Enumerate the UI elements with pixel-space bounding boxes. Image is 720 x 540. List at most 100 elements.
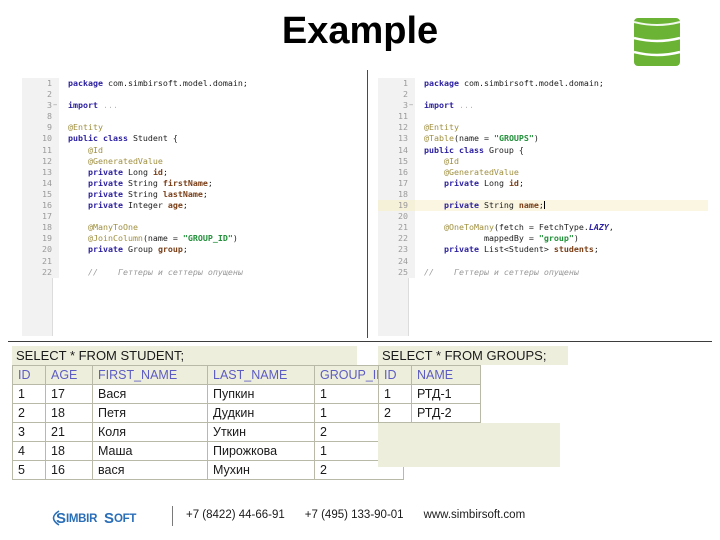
code-line: 3import ...− [22, 100, 352, 112]
code-line: 17 [22, 211, 352, 223]
code-fold-icon[interactable]: − [409, 100, 414, 109]
table-cell: 1 [12, 384, 46, 404]
line-number: 2 [378, 89, 415, 101]
code-text: @Table(name = "GROUPS") [424, 133, 539, 144]
code-panel-student[interactable]: 1 package com.simbirsoft.model.domain; 2 3 i… [22, 78, 352, 336]
code-text: // Геттеры и сеттеры опущены [87, 266, 243, 277]
code-line: 25 // Геттеры и сеттеры опущены [378, 266, 708, 278]
line-number: 24 [378, 255, 415, 267]
code-line: 10 public class Student { [22, 133, 352, 145]
table-header-row: ID AGE FIRST_NAME LAST_NAME GROUP_ID [12, 365, 404, 385]
line-number: 22 [378, 233, 415, 245]
line-number: 22 [22, 266, 59, 278]
code-line: 19 @JoinColumn(name = "GROUP_ID") [22, 233, 352, 245]
code-lines-student: 1 package com.simbirsoft.model.domain; 2 3 i… [22, 78, 352, 278]
footer-separator [172, 506, 173, 526]
line-number: 13 [378, 133, 415, 145]
code-line: 22 mappedBy = "group") [378, 233, 708, 245]
column-header[interactable]: ID [12, 365, 46, 385]
table-cell: Петя [92, 403, 208, 423]
svg-text:S: S [56, 510, 66, 527]
svg-text:S: S [104, 510, 114, 527]
code-line: 2 [378, 89, 708, 101]
line-number: 16 [378, 166, 415, 178]
code-line: 19 private String name; [378, 200, 708, 212]
code-fold-icon[interactable]: − [53, 100, 58, 109]
line-number: 20 [378, 211, 415, 223]
line-number: 19 [378, 200, 415, 212]
line-number: 15 [378, 155, 415, 167]
line-number: 12 [22, 155, 59, 167]
code-line: 16 private Integer age; [22, 200, 352, 212]
result-table-student[interactable]: ID AGE FIRST_NAME LAST_NAME GROUP_ID 1 17 Вася… [12, 365, 404, 480]
line-number: 18 [22, 222, 59, 234]
table-cell: 2 [378, 403, 412, 423]
code-line: 16 @GeneratedValue [378, 166, 708, 178]
code-text: private Long id; [87, 166, 168, 177]
line-number: 11 [22, 144, 59, 156]
line-number: 17 [378, 177, 415, 189]
line-number: 11 [378, 111, 415, 123]
database-cylinder-icon [632, 14, 682, 70]
line-number: 16 [22, 200, 59, 212]
table-row[interactable]: 2 18 Петя Дудкин 1 [12, 403, 404, 423]
column-header[interactable]: LAST_NAME [207, 365, 315, 385]
code-text: private String name; [415, 200, 545, 212]
code-line: 2 [22, 89, 352, 101]
code-line: 13 @Table(name = "GROUPS") [378, 133, 708, 145]
code-text: @Id [87, 144, 103, 155]
code-line: 12 @Entity [378, 122, 708, 134]
footer-contacts: +7 (8422) 44-66-91 +7 (495) 133-90-01 www.… [186, 509, 525, 521]
code-text: @Entity [424, 122, 459, 133]
code-panel-group[interactable]: 1 package com.simbirsoft.model.domain; 2 3 i… [378, 78, 708, 336]
code-text: @Id [443, 155, 459, 166]
column-header[interactable]: ID [378, 365, 412, 385]
code-text: // Геттеры и сеттеры опущены [424, 266, 579, 277]
line-number: 9 [22, 122, 59, 134]
table-cell: Пупкин [207, 384, 315, 404]
code-line: 11 @Id [22, 144, 352, 156]
simbirsoft-logo: S IMBIR S OFT [46, 508, 164, 528]
line-number: 21 [378, 222, 415, 234]
code-text: private Long id; [443, 177, 524, 188]
code-text: package com.simbirsoft.model.domain; [424, 78, 604, 88]
code-line: 3import ...− [378, 100, 708, 112]
table-row[interactable]: 1 РТД-1 [378, 384, 481, 404]
table-cell: Коля [92, 422, 208, 442]
line-number: 2 [22, 89, 59, 101]
code-line: 23 private List<Student> students; [378, 244, 708, 256]
table-row[interactable]: 5 16 вася Мухин 2 [12, 460, 404, 480]
text-cursor [543, 201, 545, 210]
code-text: private Integer age; [87, 200, 188, 211]
code-text: private List<Student> students; [443, 244, 599, 255]
table-cell: Дудкин [207, 403, 315, 423]
line-number: 18 [378, 188, 415, 201]
svg-text:OFT: OFT [114, 513, 136, 525]
page-title: Example [281, 10, 439, 52]
code-line: 24 [378, 255, 708, 267]
footer-contact-item: www.simbirsoft.com [423, 509, 526, 521]
table-row[interactable]: 3 21 Коля Уткин 2 [12, 422, 404, 442]
table-row[interactable]: 1 17 Вася Пупкин 1 [12, 384, 404, 404]
column-header[interactable]: AGE [45, 365, 93, 385]
table-row[interactable]: 2 РТД-2 [378, 403, 481, 423]
line-number: 25 [378, 266, 415, 278]
code-line: 21 [22, 255, 352, 267]
column-header[interactable]: FIRST_NAME [92, 365, 208, 385]
table-row[interactable]: 4 18 Маша Пирожкова 1 [12, 441, 404, 461]
code-text: mappedBy = "group") [443, 233, 579, 244]
result-table-groups[interactable]: ID NAME 1 РТД-1 2 РТД-2 [378, 365, 481, 423]
line-number: 1 [22, 78, 59, 90]
result-padding [378, 423, 560, 467]
table-cell: 17 [45, 384, 93, 404]
line-number: 14 [22, 177, 59, 189]
code-line: 12 @GeneratedValue [22, 155, 352, 167]
code-line: 20 private Group group; [22, 244, 352, 256]
column-header[interactable]: NAME [411, 365, 481, 385]
code-text: import ... [68, 100, 118, 111]
table-cell: Мухин [207, 460, 315, 480]
line-number: 8 [22, 111, 59, 123]
code-text: private String lastName; [87, 188, 208, 199]
table-cell: 18 [45, 403, 93, 423]
table-cell: РТД-2 [411, 403, 481, 423]
